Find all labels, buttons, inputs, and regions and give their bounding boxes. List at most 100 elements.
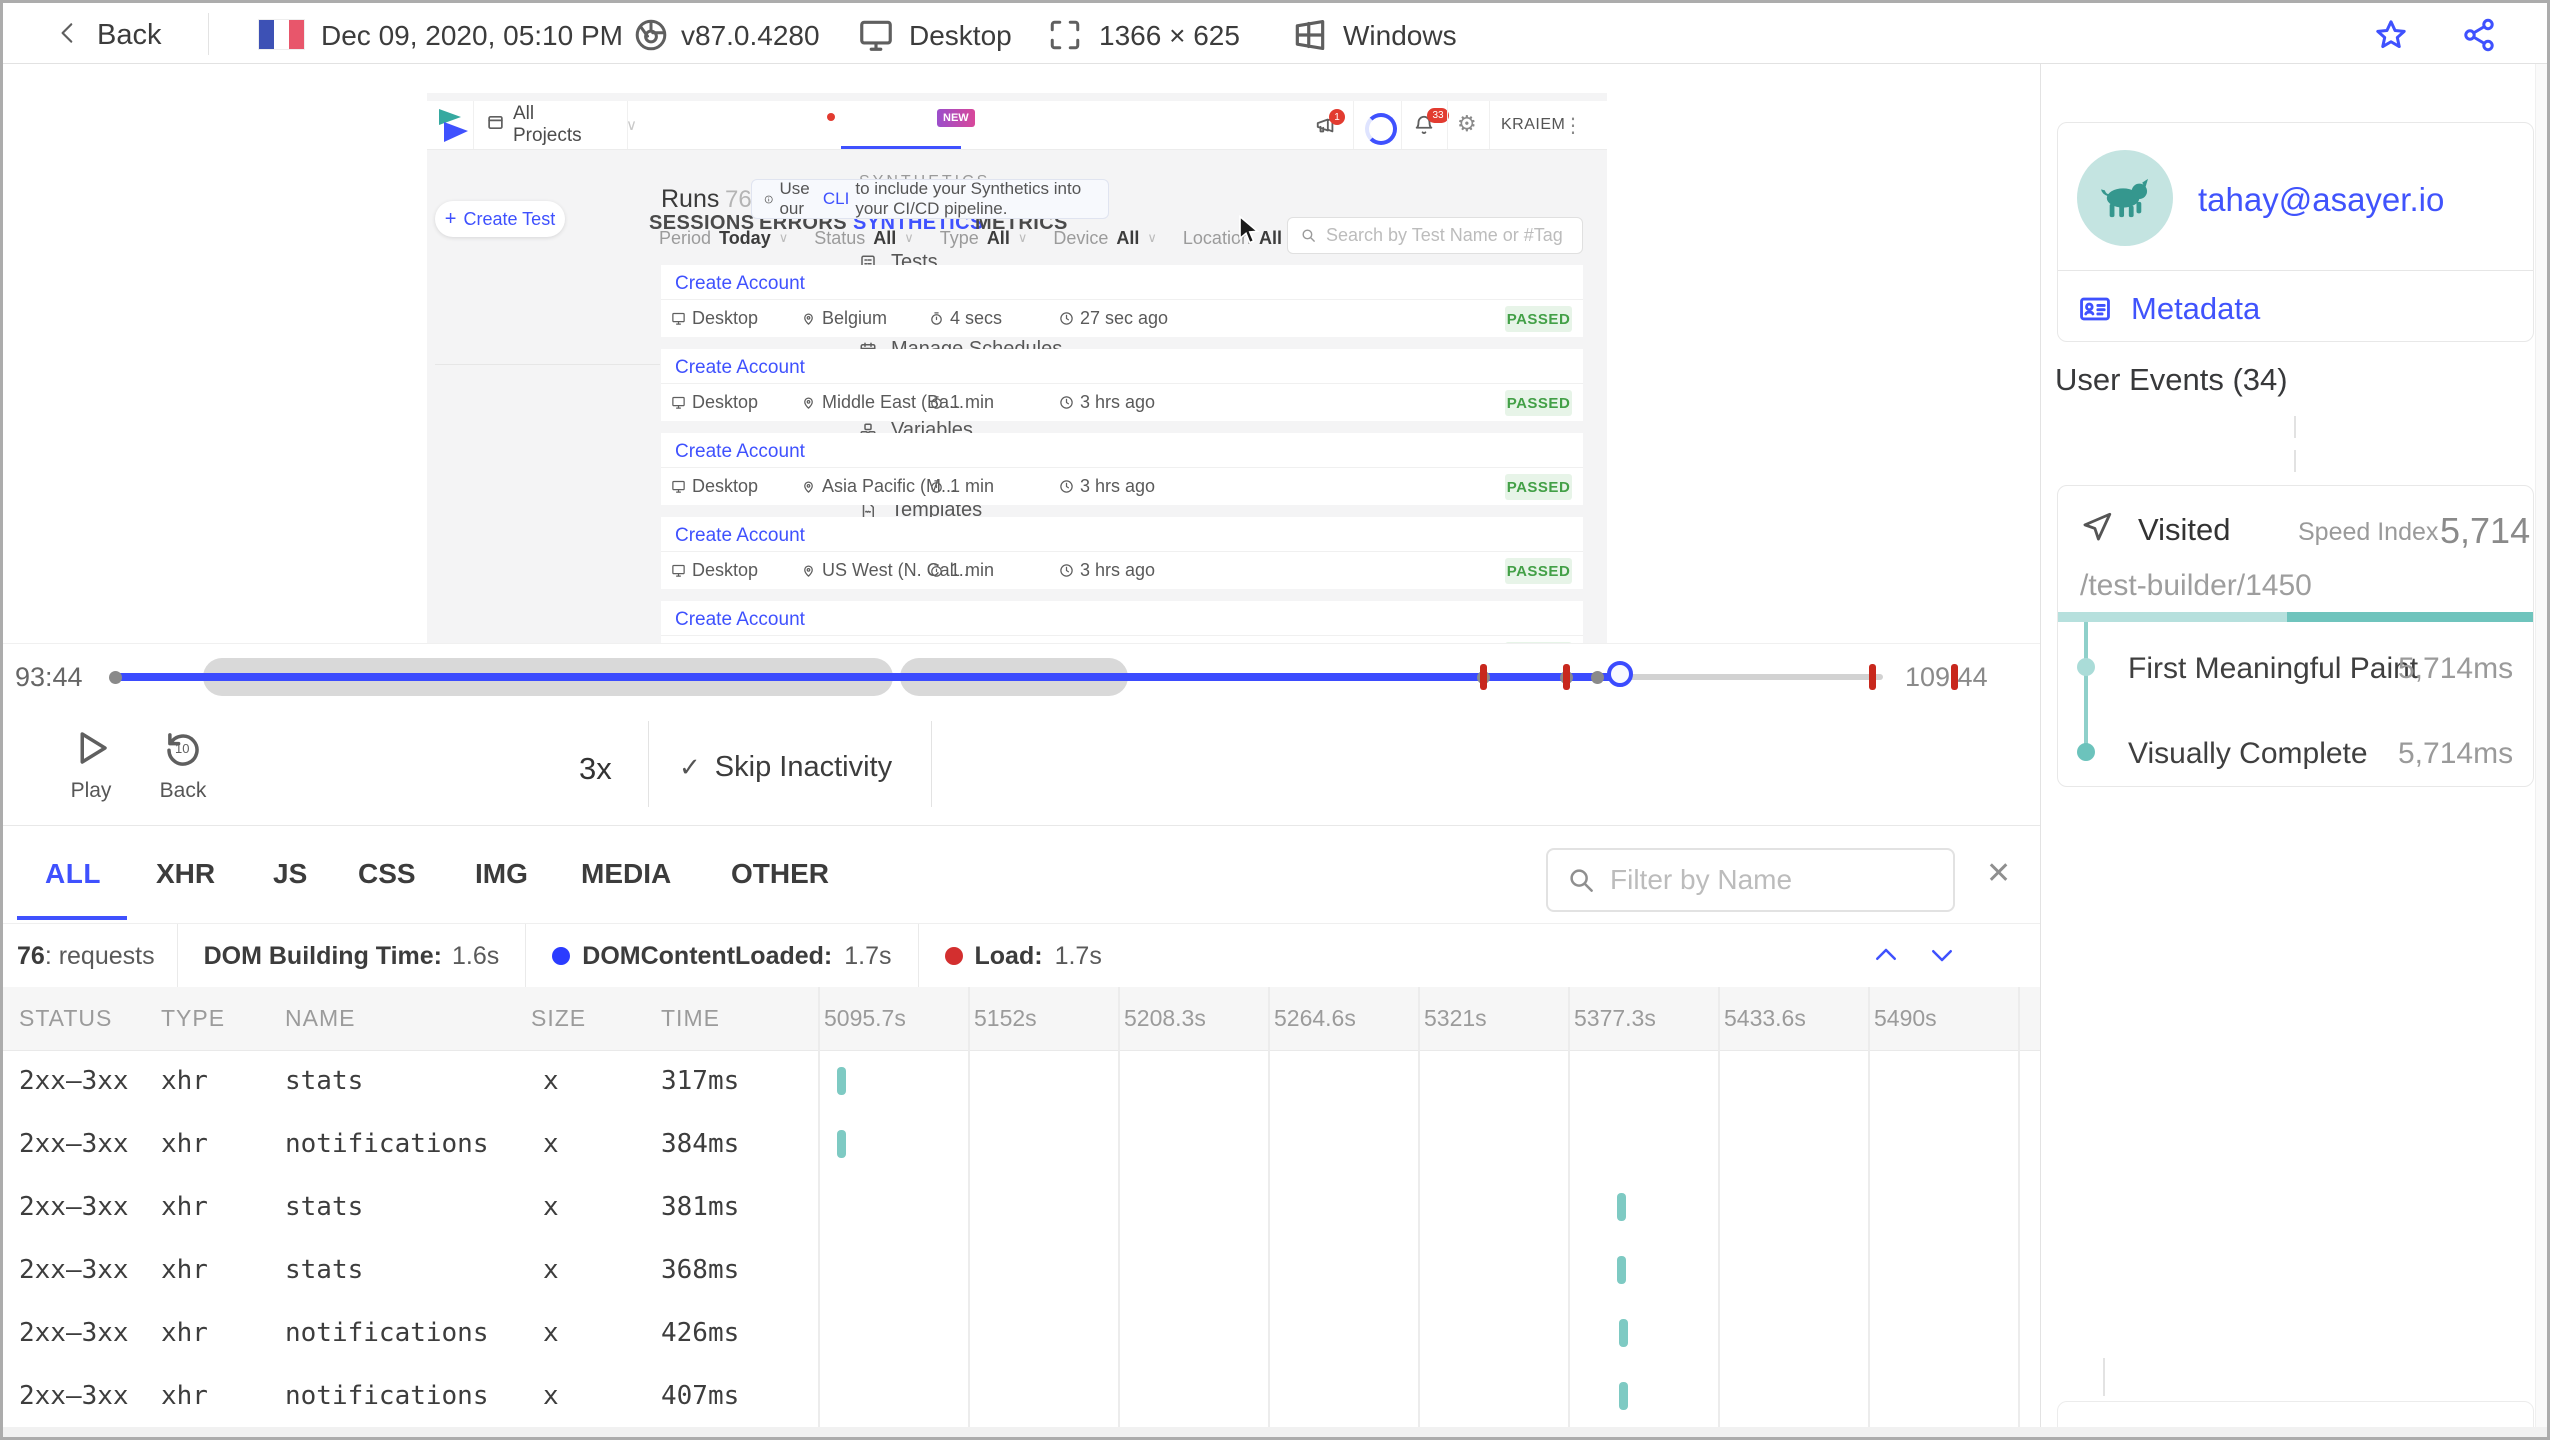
notification-dot	[827, 113, 835, 121]
share-icon[interactable]	[2461, 17, 2497, 58]
close-icon[interactable]: ✕	[1986, 856, 2011, 891]
metadata-button[interactable]: Metadata	[2077, 291, 2260, 327]
row-status: 2xx–3xx	[19, 1318, 129, 1348]
error-marker	[1869, 664, 1876, 690]
fmp-dot	[2077, 658, 2095, 676]
cli-link[interactable]: CLI	[823, 189, 849, 209]
run-group[interactable]: Create Account Desktop US West (N. Cal..…	[661, 517, 1583, 589]
network-row[interactable]: 2xx–3xx xhr stats x 368ms	[3, 1239, 2040, 1302]
animal-avatar-icon	[2101, 178, 2148, 218]
speed-progress-bar	[2058, 612, 2533, 622]
metric-connector-line	[2084, 622, 2088, 752]
nav-divider	[627, 101, 628, 149]
run-group[interactable]: Create Account Desktop Belgium 4 secs 27…	[661, 265, 1583, 337]
search-icon	[1570, 869, 1593, 892]
run-name-link[interactable]: Create Account	[675, 609, 805, 631]
gear-icon[interactable]: ⚙	[1457, 112, 1477, 137]
tab-other[interactable]: OTHER	[731, 858, 829, 890]
waterfall-bar	[1617, 1256, 1626, 1284]
network-row[interactable]: 2xx–3xx xhr notifications x 426ms	[3, 1302, 2040, 1365]
speed-toggle[interactable]: 3x	[579, 751, 612, 787]
run-group[interactable]: Create Account Desktop Middle East (Ba..…	[661, 349, 1583, 421]
project-name: All Projects	[513, 103, 582, 146]
monitor-icon	[672, 564, 685, 577]
controls-divider	[648, 721, 649, 807]
user-events-title: User Events (34)	[2055, 362, 2288, 397]
row-type: xhr	[161, 1066, 208, 1096]
visited-event-card[interactable]: Visited Speed Index 5,714 /test-builder/…	[2057, 485, 2534, 787]
network-row[interactable]: 2xx–3xx xhr notifications x 407ms	[3, 1365, 2040, 1427]
filter-period[interactable]: Period Today ∨	[659, 228, 788, 249]
network-row[interactable]: 2xx–3xx xhr notifications x 384ms	[3, 1113, 2040, 1176]
pin-icon	[804, 565, 813, 577]
tab-xhr[interactable]: XHR	[156, 858, 215, 890]
pin-icon	[804, 481, 813, 493]
row-size: x	[543, 1192, 559, 1222]
tab-media[interactable]: MEDIA	[581, 858, 671, 890]
run-name-link[interactable]: Create Account	[675, 441, 805, 463]
back-10s-button[interactable]: 10 Back	[125, 709, 241, 821]
create-test-button[interactable]: + Create Test	[435, 201, 565, 237]
tab-js[interactable]: JS	[273, 858, 307, 890]
controls-divider	[931, 721, 932, 807]
runs-title: Runs	[661, 185, 720, 213]
browser-version: v87.0.4280	[681, 20, 820, 51]
tab-css[interactable]: CSS	[358, 858, 416, 890]
cli-banner: Use our CLI to include your Synthetics i…	[751, 179, 1109, 219]
tab-all[interactable]: ALL	[45, 858, 101, 890]
event-connector	[2294, 416, 2296, 476]
vertical-scrollbar[interactable]	[2535, 64, 2547, 1437]
pin-icon	[804, 313, 813, 325]
waterfall-bar	[1617, 1193, 1626, 1221]
seek-handle[interactable]	[1607, 661, 1633, 687]
project-selector[interactable]: All Projects ∨	[474, 101, 637, 149]
card-divider	[2058, 270, 2533, 271]
run-name-link[interactable]: Create Account	[675, 357, 805, 379]
tab-img[interactable]: IMG	[475, 858, 528, 890]
replay-stage: All Projects ∨ SESSIONS ERRORS SYNTHETIC…	[3, 64, 2040, 643]
test-search-box[interactable]: Search by Test Name or #Tag	[1287, 217, 1583, 254]
new-badge: NEW	[937, 109, 975, 127]
col-type: TYPE	[161, 1005, 226, 1031]
jump-next-icon[interactable]	[1925, 940, 1959, 977]
row-status: 2xx–3xx	[19, 1381, 129, 1411]
jump-prev-icon[interactable]	[1869, 940, 1903, 977]
event-dot	[1591, 671, 1604, 684]
kebab-menu-icon[interactable]: ⋮	[1563, 113, 1583, 137]
nav-divider	[1353, 101, 1354, 149]
error-marker	[1480, 664, 1487, 690]
run-group[interactable]: Create Account Desktop Asia Pacific (M..…	[661, 433, 1583, 505]
row-size: x	[543, 1129, 559, 1159]
monitor-icon	[672, 312, 685, 325]
row-size: x	[543, 1066, 559, 1096]
stopwatch-icon	[931, 396, 942, 409]
skip-inactivity-toggle[interactable]: ✓ Skip Inactivity	[679, 751, 892, 784]
user-menu[interactable]: KRAIEM	[1501, 116, 1565, 134]
col-size: SIZE	[531, 1005, 587, 1031]
active-tab-underline	[17, 916, 127, 920]
network-row[interactable]: 2xx–3xx xhr stats x 381ms	[3, 1176, 2040, 1239]
run-group[interactable]: Create Account Desktop Canada (Central) …	[661, 601, 1583, 643]
navigate-icon	[2080, 510, 2114, 549]
back-button[interactable]: Back	[55, 15, 161, 55]
end-time: 109:44	[1905, 662, 1988, 692]
run-name-link[interactable]: Create Account	[675, 273, 805, 295]
row-name: notifications	[285, 1318, 489, 1348]
replay-nav: All Projects ∨ SESSIONS ERRORS SYNTHETIC…	[427, 101, 1607, 234]
run-name-link[interactable]: Create Account	[675, 525, 805, 547]
error-marker	[1563, 664, 1570, 690]
filter-type[interactable]: Type All ∨	[940, 228, 1028, 249]
network-filter-box[interactable]: Filter by Name	[1546, 848, 1955, 912]
waterfall-bar	[1619, 1382, 1628, 1410]
filter-status[interactable]: Status All ∨	[814, 228, 914, 249]
user-email[interactable]: tahay@asayer.io	[2198, 181, 2444, 219]
filter-device[interactable]: Device All ∨	[1053, 228, 1157, 249]
status-badge: PASSED	[1505, 390, 1572, 416]
network-row[interactable]: 2xx–3xx xhr stats x 317ms	[3, 1050, 2040, 1113]
favorite-star-icon[interactable]	[2373, 17, 2409, 58]
status-badge: PASSED	[1505, 474, 1572, 500]
nav-divider	[1401, 101, 1402, 149]
event-connector	[2103, 1358, 2105, 1396]
viewport-resolution: 1366 × 625	[1099, 20, 1240, 51]
vc-value: 5,714ms	[2398, 737, 2514, 770]
